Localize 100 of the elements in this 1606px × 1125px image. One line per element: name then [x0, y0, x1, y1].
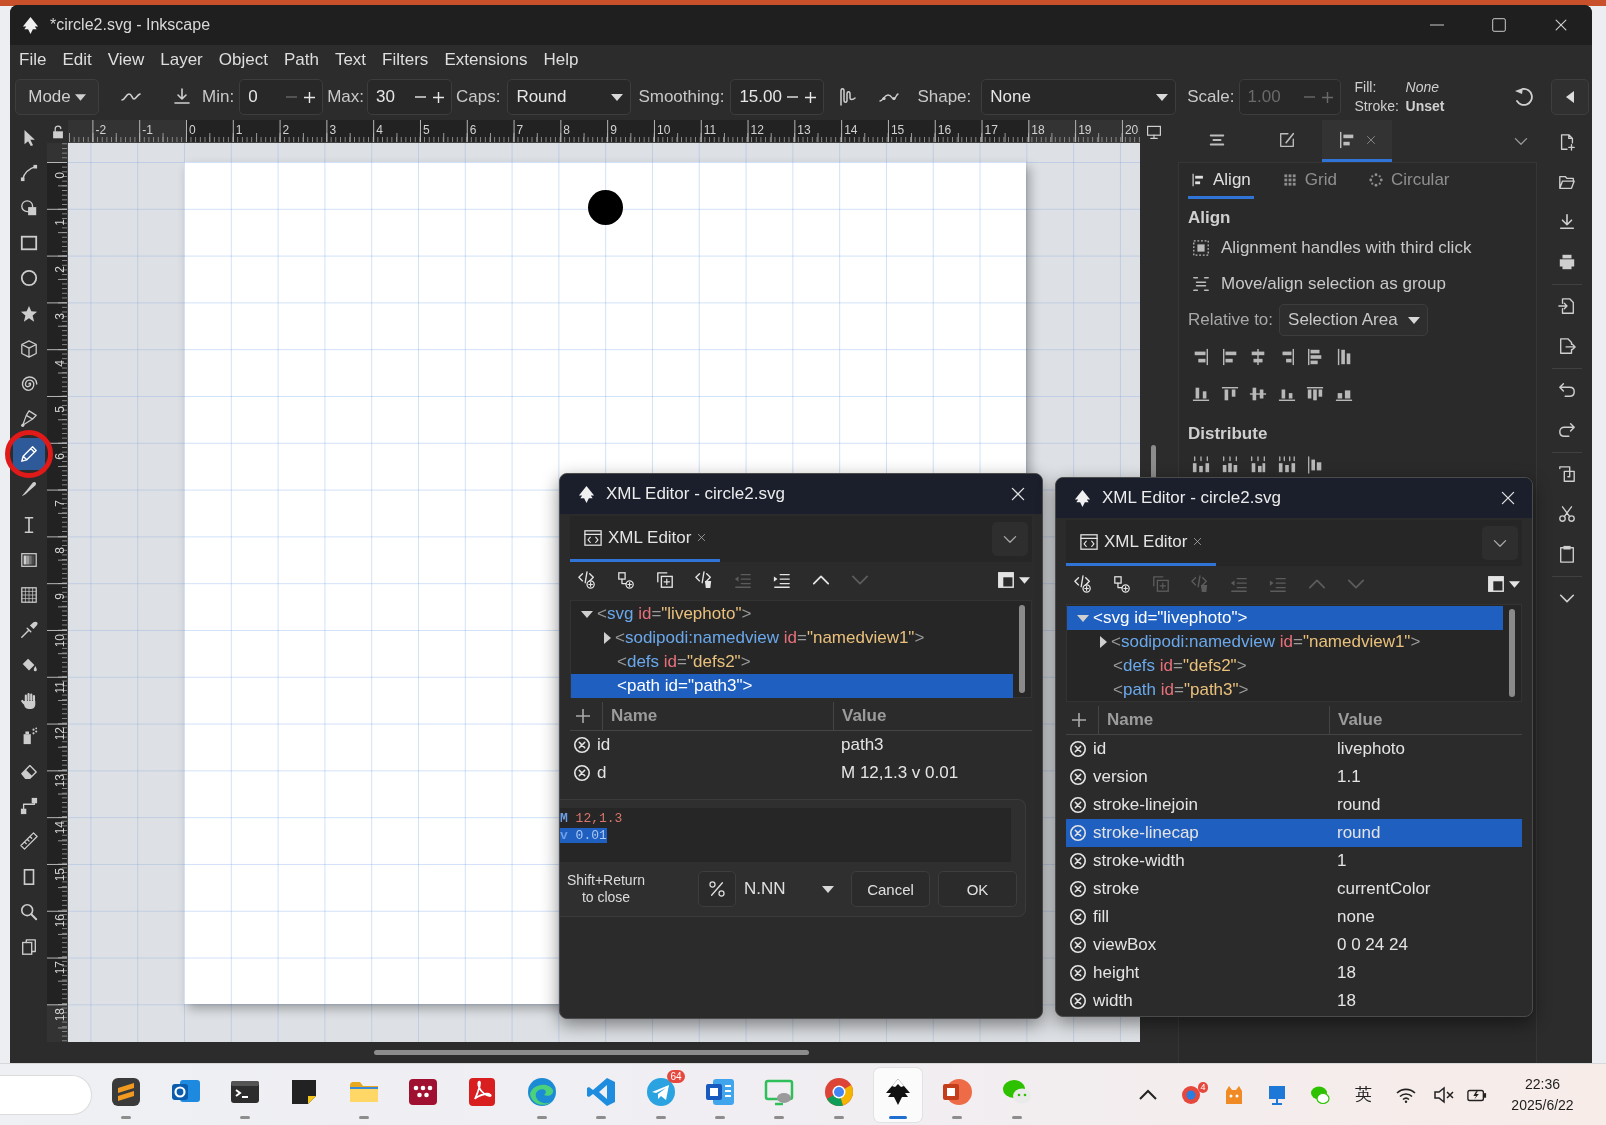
- printer-icon[interactable]: [1557, 253, 1576, 271]
- indent-icon[interactable]: [773, 571, 791, 589]
- close-icon[interactable]: [1554, 18, 1568, 32]
- distribute-icon[interactable]: [1306, 455, 1324, 474]
- arc-arrow-icon[interactable]: [1514, 87, 1534, 107]
- attribute-row[interactable]: width 18: [1066, 987, 1522, 1015]
- x-circle-icon[interactable]: [573, 736, 591, 754]
- attribute-row[interactable]: height 18: [1066, 959, 1522, 987]
- caret-icon[interactable]: [1509, 580, 1520, 588]
- dialog-button[interactable]: Cancel: [851, 871, 930, 907]
- tree-node[interactable]: <svg id="livephoto">: [1067, 606, 1503, 630]
- input-method-indicator[interactable]: 英: [1354, 1083, 1372, 1106]
- tree-node[interactable]: <sodipodi:namedview id="namedview1">: [571, 626, 1013, 650]
- dropdown[interactable]: Round: [507, 79, 632, 115]
- tree-node[interactable]: <svg id="livephoto">: [571, 602, 1013, 626]
- chevron-up-icon[interactable]: [1138, 1088, 1158, 1101]
- panel-tab[interactable]: XML Editor: [570, 516, 721, 562]
- distribute-icon[interactable]: [1220, 455, 1239, 474]
- copy-icon[interactable]: [1557, 465, 1576, 483]
- panel-tab[interactable]: Grid: [1279, 163, 1340, 199]
- distribute-icon[interactable]: [1277, 455, 1296, 474]
- relative-to-dropdown[interactable]: Selection Area: [1279, 304, 1429, 336]
- distribute-icon[interactable]: [1192, 455, 1210, 474]
- attribute-row[interactable]: id path3: [570, 731, 1032, 759]
- redo-icon[interactable]: [1557, 421, 1576, 439]
- format-dropdown[interactable]: N.NN: [744, 879, 834, 899]
- clipboard-icon[interactable]: [1557, 545, 1576, 563]
- menu-item[interactable]: Help: [535, 49, 587, 70]
- x-circle-icon[interactable]: [1069, 740, 1087, 758]
- x-circle-icon[interactable]: [573, 764, 591, 782]
- tree-node[interactable]: <path id="path3">: [1067, 678, 1503, 702]
- align-icon[interactable]: [1249, 347, 1267, 366]
- code-plus-icon[interactable]: [1074, 575, 1092, 593]
- option-toggle[interactable]: Move/align selection as group: [1188, 266, 1446, 302]
- mode-button[interactable]: Mode: [15, 79, 99, 115]
- expander-icon[interactable]: [581, 610, 593, 618]
- panel-layout-icon[interactable]: [997, 571, 1015, 589]
- attribute-row[interactable]: stroke-width 1: [1066, 847, 1522, 875]
- speaker-muted-icon[interactable]: [1433, 1084, 1454, 1105]
- attribute-row[interactable]: stroke currentColor: [1066, 875, 1522, 903]
- x-circle-icon[interactable]: [1069, 880, 1087, 898]
- taskbar-app[interactable]: 64: [636, 1067, 685, 1122]
- attribute-row[interactable]: fill none: [1066, 903, 1522, 931]
- expander-icon[interactable]: [604, 632, 611, 644]
- attribute-row[interactable]: version 1.1: [1066, 763, 1522, 791]
- monitor-icon[interactable]: [1145, 124, 1162, 140]
- x-circle-icon[interactable]: [1069, 768, 1087, 786]
- maximize-icon[interactable]: [1492, 18, 1506, 32]
- menu-item[interactable]: Text: [326, 49, 375, 70]
- panel-layout-icon[interactable]: [1487, 575, 1505, 593]
- code-trash-icon[interactable]: [695, 571, 713, 589]
- node-plus-icon[interactable]: [1113, 575, 1131, 593]
- tree-node[interactable]: <defs id="defs2">: [571, 650, 1013, 674]
- attribute-row[interactable]: viewBox 0 0 24 24: [1066, 931, 1522, 959]
- dock-tab[interactable]: [1322, 120, 1392, 162]
- align-icon[interactable]: [1220, 384, 1239, 403]
- panel-tab[interactable]: XML Editor: [1066, 520, 1217, 566]
- tree-node[interactable]: <sodipodi:namedview id="namedview1">: [1067, 630, 1503, 654]
- scrollbar[interactable]: [374, 1050, 809, 1055]
- align-icon[interactable]: [1192, 347, 1210, 366]
- menu-item[interactable]: Extensions: [436, 49, 536, 70]
- menu-item[interactable]: Filters: [374, 49, 437, 70]
- x-circle-icon[interactable]: [1069, 824, 1087, 842]
- precision-button[interactable]: [698, 871, 736, 907]
- document-out-icon[interactable]: [1557, 337, 1576, 355]
- x-circle-icon[interactable]: [1069, 992, 1087, 1010]
- scissors-icon[interactable]: [1557, 505, 1576, 523]
- x-circle-icon[interactable]: [1069, 908, 1087, 926]
- dot-shape[interactable]: [587, 190, 623, 225]
- menu-item[interactable]: Object: [210, 49, 276, 70]
- menu-item[interactable]: Path: [275, 49, 327, 70]
- tree-node[interactable]: <defs id="defs2">: [1067, 654, 1503, 678]
- scrollbar[interactable]: [1509, 609, 1515, 697]
- panel-tab[interactable]: Circular: [1365, 163, 1453, 199]
- download-icon[interactable]: [1557, 213, 1576, 231]
- folder-icon[interactable]: [1557, 173, 1576, 191]
- distribute-icon[interactable]: [1249, 455, 1267, 474]
- x-circle-icon[interactable]: [1069, 964, 1087, 982]
- x-circle-icon[interactable]: [1069, 936, 1087, 954]
- code-plus-icon[interactable]: [578, 571, 596, 589]
- undo-icon[interactable]: [1557, 381, 1576, 399]
- padlock-icon[interactable]: [50, 124, 65, 139]
- menu-item[interactable]: Layer: [152, 49, 211, 70]
- panel-tab[interactable]: Align: [1188, 163, 1254, 199]
- align-icon[interactable]: [1220, 347, 1239, 366]
- scrollbar[interactable]: [1019, 605, 1025, 693]
- code-editor[interactable]: M 12,1.3 v 0.01: [560, 808, 1011, 862]
- squiggle-icon[interactable]: [838, 87, 859, 107]
- expander-icon[interactable]: [1100, 636, 1107, 648]
- attribute-row[interactable]: d M 12,1.3 v 0.01: [570, 759, 1032, 787]
- x-circle-icon[interactable]: [1069, 852, 1087, 870]
- download-icon[interactable]: [172, 87, 192, 107]
- node-plus-icon[interactable]: [617, 571, 635, 589]
- tool-button[interactable]: [12, 438, 45, 471]
- menu-item[interactable]: View: [99, 49, 153, 70]
- duplicate-icon[interactable]: [656, 571, 674, 589]
- x-circle-icon[interactable]: [1069, 796, 1087, 814]
- menu-item[interactable]: Edit: [54, 49, 100, 70]
- collapse-button[interactable]: [1551, 79, 1589, 115]
- search-field[interactable]: [0, 1074, 92, 1115]
